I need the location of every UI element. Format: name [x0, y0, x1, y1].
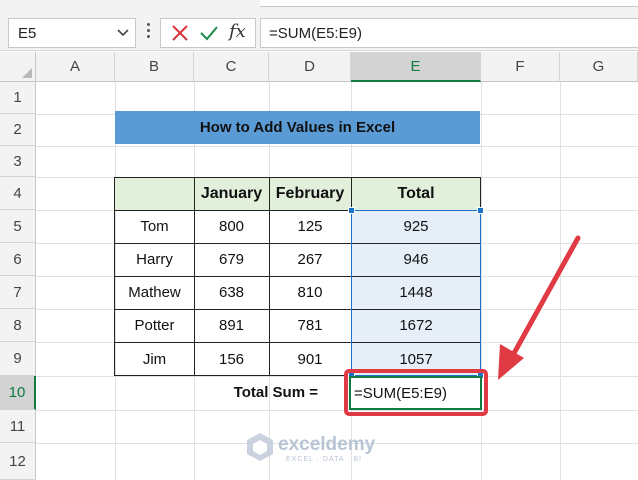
annotation-arrow — [498, 235, 581, 380]
reference-range — [348, 207, 484, 379]
value-cell[interactable]: 781 — [269, 309, 351, 342]
name-cell[interactable]: Harry — [115, 243, 194, 276]
table-border — [114, 177, 481, 178]
watermark-tagline: EXCEL · DATA · BI — [286, 456, 362, 463]
formula-bar-area: E5 fx =SUM(E5:E9) — [0, 0, 638, 51]
column-header-e[interactable]: E — [351, 52, 481, 82]
row-header-1[interactable]: 1 — [0, 82, 36, 114]
select-all-corner[interactable] — [0, 52, 36, 82]
total-sum-label[interactable]: Total Sum = — [190, 376, 348, 409]
row-header-7[interactable]: 7 — [0, 276, 36, 309]
chevron-down-icon[interactable] — [117, 28, 129, 38]
row-header-6[interactable]: 6 — [0, 243, 36, 276]
value-cell[interactable]: 638 — [194, 276, 269, 309]
row-header-5[interactable]: 5 — [0, 210, 36, 243]
column-header-g[interactable]: G — [560, 52, 638, 82]
column-header-c[interactable]: C — [194, 52, 269, 82]
exceldemy-logo-icon — [247, 433, 273, 461]
table-border — [194, 177, 195, 376]
formula-input[interactable]: =SUM(E5:E9) — [260, 18, 638, 48]
row-header-8[interactable]: 8 — [0, 309, 36, 342]
column-header-b[interactable]: B — [115, 52, 194, 82]
row-header-11[interactable]: 11 — [0, 410, 36, 443]
row-header-4[interactable]: 4 — [0, 177, 36, 210]
value-cell[interactable]: 810 — [269, 276, 351, 309]
formula-buttons: fx — [160, 18, 256, 48]
row-header-3[interactable]: 3 — [0, 146, 36, 177]
name-cell[interactable]: Jim — [115, 342, 194, 376]
value-cell[interactable]: 800 — [194, 210, 269, 243]
value-cell[interactable]: 901 — [269, 342, 351, 376]
name-box-value: E5 — [18, 25, 37, 42]
header-cell-february[interactable]: February — [269, 177, 351, 210]
header-cell-blank[interactable] — [115, 177, 194, 210]
range-handle[interactable] — [477, 207, 484, 214]
column-header-f[interactable]: F — [481, 52, 560, 82]
sheet-title[interactable]: How to Add Values in Excel — [115, 111, 480, 144]
insert-function-icon[interactable]: fx — [229, 21, 246, 42]
header-cell-total[interactable]: Total — [351, 177, 481, 210]
highlight-box — [344, 369, 488, 416]
cancel-icon[interactable] — [171, 24, 189, 42]
row-header-10[interactable]: 10 — [0, 376, 36, 410]
header-cell-january[interactable]: January — [194, 177, 269, 210]
row-header-2[interactable]: 2 — [0, 114, 36, 146]
watermark-name: exceldemy — [278, 434, 376, 455]
formula-text: =SUM(E5:E9) — [269, 25, 362, 42]
row-header-12[interactable]: 12 — [0, 443, 36, 480]
row-header-9[interactable]: 9 — [0, 342, 36, 376]
table-border — [114, 177, 115, 376]
value-cell[interactable]: 891 — [194, 309, 269, 342]
name-cell[interactable]: Mathew — [115, 276, 194, 309]
value-cell[interactable]: 125 — [269, 210, 351, 243]
ribbon-edge — [260, 0, 638, 7]
value-cell[interactable]: 679 — [194, 243, 269, 276]
more-options-icon[interactable] — [145, 20, 151, 46]
name-box[interactable]: E5 — [8, 18, 136, 48]
value-cell[interactable]: 267 — [269, 243, 351, 276]
gridline — [36, 410, 638, 411]
table-border — [269, 177, 270, 376]
exceldemy-watermark: exceldemy EXCEL · DATA · BI — [246, 430, 396, 470]
name-cell[interactable]: Tom — [115, 210, 194, 243]
column-header-d[interactable]: D — [269, 52, 351, 82]
enter-check-icon[interactable] — [199, 24, 219, 42]
column-header-a[interactable]: A — [36, 52, 115, 82]
gridline — [36, 146, 638, 147]
range-handle[interactable] — [348, 207, 355, 214]
gridline — [481, 82, 482, 480]
name-cell[interactable]: Potter — [115, 309, 194, 342]
value-cell[interactable]: 156 — [194, 342, 269, 376]
